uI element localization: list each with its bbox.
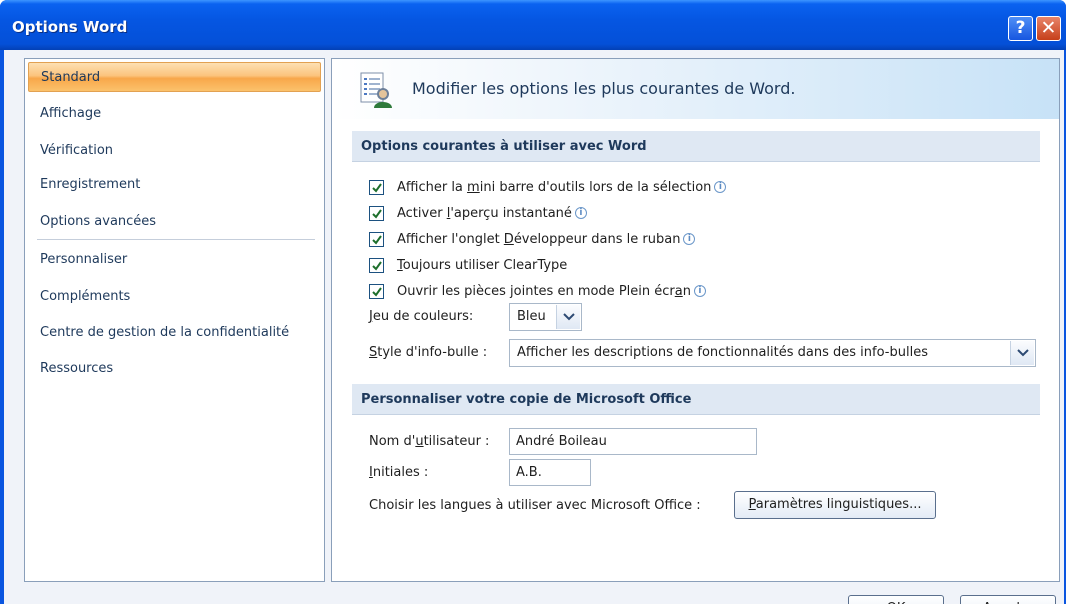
- sidebar-item-verification[interactable]: Vérification: [28, 136, 321, 166]
- live-preview-checkbox[interactable]: [369, 205, 384, 221]
- tooltip-style-value: Afficher les descriptions de fonctionnal…: [517, 345, 928, 360]
- sidebar-item-complements[interactable]: Compléments: [28, 282, 321, 312]
- checkbox-row-developpeur[interactable]: Afficher l'onglet Développeur dans le ru…: [369, 229, 696, 249]
- language-settings-button[interactable]: Paramètres linguistiques...: [734, 491, 936, 519]
- panel-header: Modifier les options les plus courantes …: [332, 59, 1059, 119]
- developer-tab-label: Afficher l'onglet Développeur dans le ru…: [397, 231, 681, 247]
- ok-button[interactable]: OK: [848, 595, 944, 604]
- languages-label: Choisir les langues à utiliser avec Micr…: [369, 498, 701, 513]
- checkbox-row-apercu[interactable]: Activer l'aperçu instantané i: [369, 203, 587, 223]
- close-button[interactable]: ✕: [1036, 16, 1061, 41]
- info-icon[interactable]: i: [714, 181, 727, 193]
- color-scheme-select[interactable]: Bleu: [509, 303, 582, 331]
- color-scheme-value: Bleu: [517, 309, 546, 324]
- chevron-down-icon[interactable]: [1010, 341, 1034, 365]
- info-icon[interactable]: i: [574, 207, 587, 219]
- section-header-personnaliser-copie: Personnaliser votre copie de Microsoft O…: [352, 384, 1040, 415]
- options-document-icon: [360, 72, 392, 108]
- help-button[interactable]: ?: [1008, 16, 1033, 41]
- sidebar-item-centre-confidentialite[interactable]: Centre de gestion de la confidentialité: [28, 318, 321, 348]
- category-list: Standard Affichage Vérification Enregist…: [24, 58, 325, 582]
- checkbox-row-mini-barre[interactable]: Afficher la mini barre d'outils lors de …: [369, 177, 727, 197]
- options-panel: Modifier les options les plus courantes …: [331, 58, 1060, 582]
- full-screen-attachments-checkbox[interactable]: [369, 283, 384, 299]
- mini-toolbar-label: Afficher la mini barre d'outils lors de …: [397, 179, 712, 195]
- sidebar-item-affichage[interactable]: Affichage: [28, 99, 321, 129]
- tooltip-style-label: Style d'info-bulle :: [369, 345, 488, 360]
- chevron-down-icon[interactable]: [556, 305, 580, 329]
- dialog-body: Standard Affichage Vérification Enregist…: [4, 50, 1064, 604]
- checkbox-row-cleartype[interactable]: Toujours utiliser ClearType: [369, 255, 567, 275]
- section-header-options-courantes: Options courantes à utiliser avec Word: [352, 131, 1040, 162]
- info-icon[interactable]: i: [683, 233, 696, 245]
- initials-label: Initiales :: [369, 465, 429, 480]
- options-dialog: Options Word ? ✕ Standard Affichage Véri…: [0, 0, 1066, 604]
- sidebar-item-ressources[interactable]: Ressources: [28, 354, 321, 384]
- panel-header-title: Modifier les options les plus courantes …: [412, 79, 796, 98]
- cancel-button[interactable]: Annuler: [960, 595, 1056, 604]
- sidebar-item-options-avancees[interactable]: Options avancées: [28, 207, 321, 237]
- checkbox-row-plein-ecran[interactable]: Ouvrir les pièces jointes en mode Plein …: [369, 281, 706, 301]
- cleartype-checkbox[interactable]: [369, 257, 384, 273]
- full-screen-attachments-label: Ouvrir les pièces jointes en mode Plein …: [397, 283, 691, 299]
- sidebar-item-standard[interactable]: Standard: [28, 62, 321, 92]
- cleartype-label: Toujours utiliser ClearType: [397, 257, 568, 273]
- tooltip-style-select[interactable]: Afficher les descriptions de fonctionnal…: [509, 339, 1036, 367]
- sidebar-divider: [37, 239, 315, 240]
- window-title: Options Word: [12, 18, 128, 36]
- initials-field[interactable]: A.B.: [509, 459, 591, 486]
- color-scheme-label: Jeu de couleurs:: [369, 309, 474, 324]
- sidebar-item-personnaliser[interactable]: Personnaliser: [28, 245, 321, 275]
- username-label: Nom d'utilisateur :: [369, 434, 490, 449]
- mini-toolbar-checkbox[interactable]: [369, 179, 384, 195]
- title-bar[interactable]: Options Word ? ✕: [0, 0, 1066, 50]
- live-preview-label: Activer l'aperçu instantané: [397, 205, 572, 221]
- info-icon[interactable]: i: [693, 285, 706, 297]
- username-field[interactable]: André Boileau: [509, 428, 757, 455]
- sidebar-item-enregistrement[interactable]: Enregistrement: [28, 170, 321, 200]
- developer-tab-checkbox[interactable]: [369, 231, 384, 247]
